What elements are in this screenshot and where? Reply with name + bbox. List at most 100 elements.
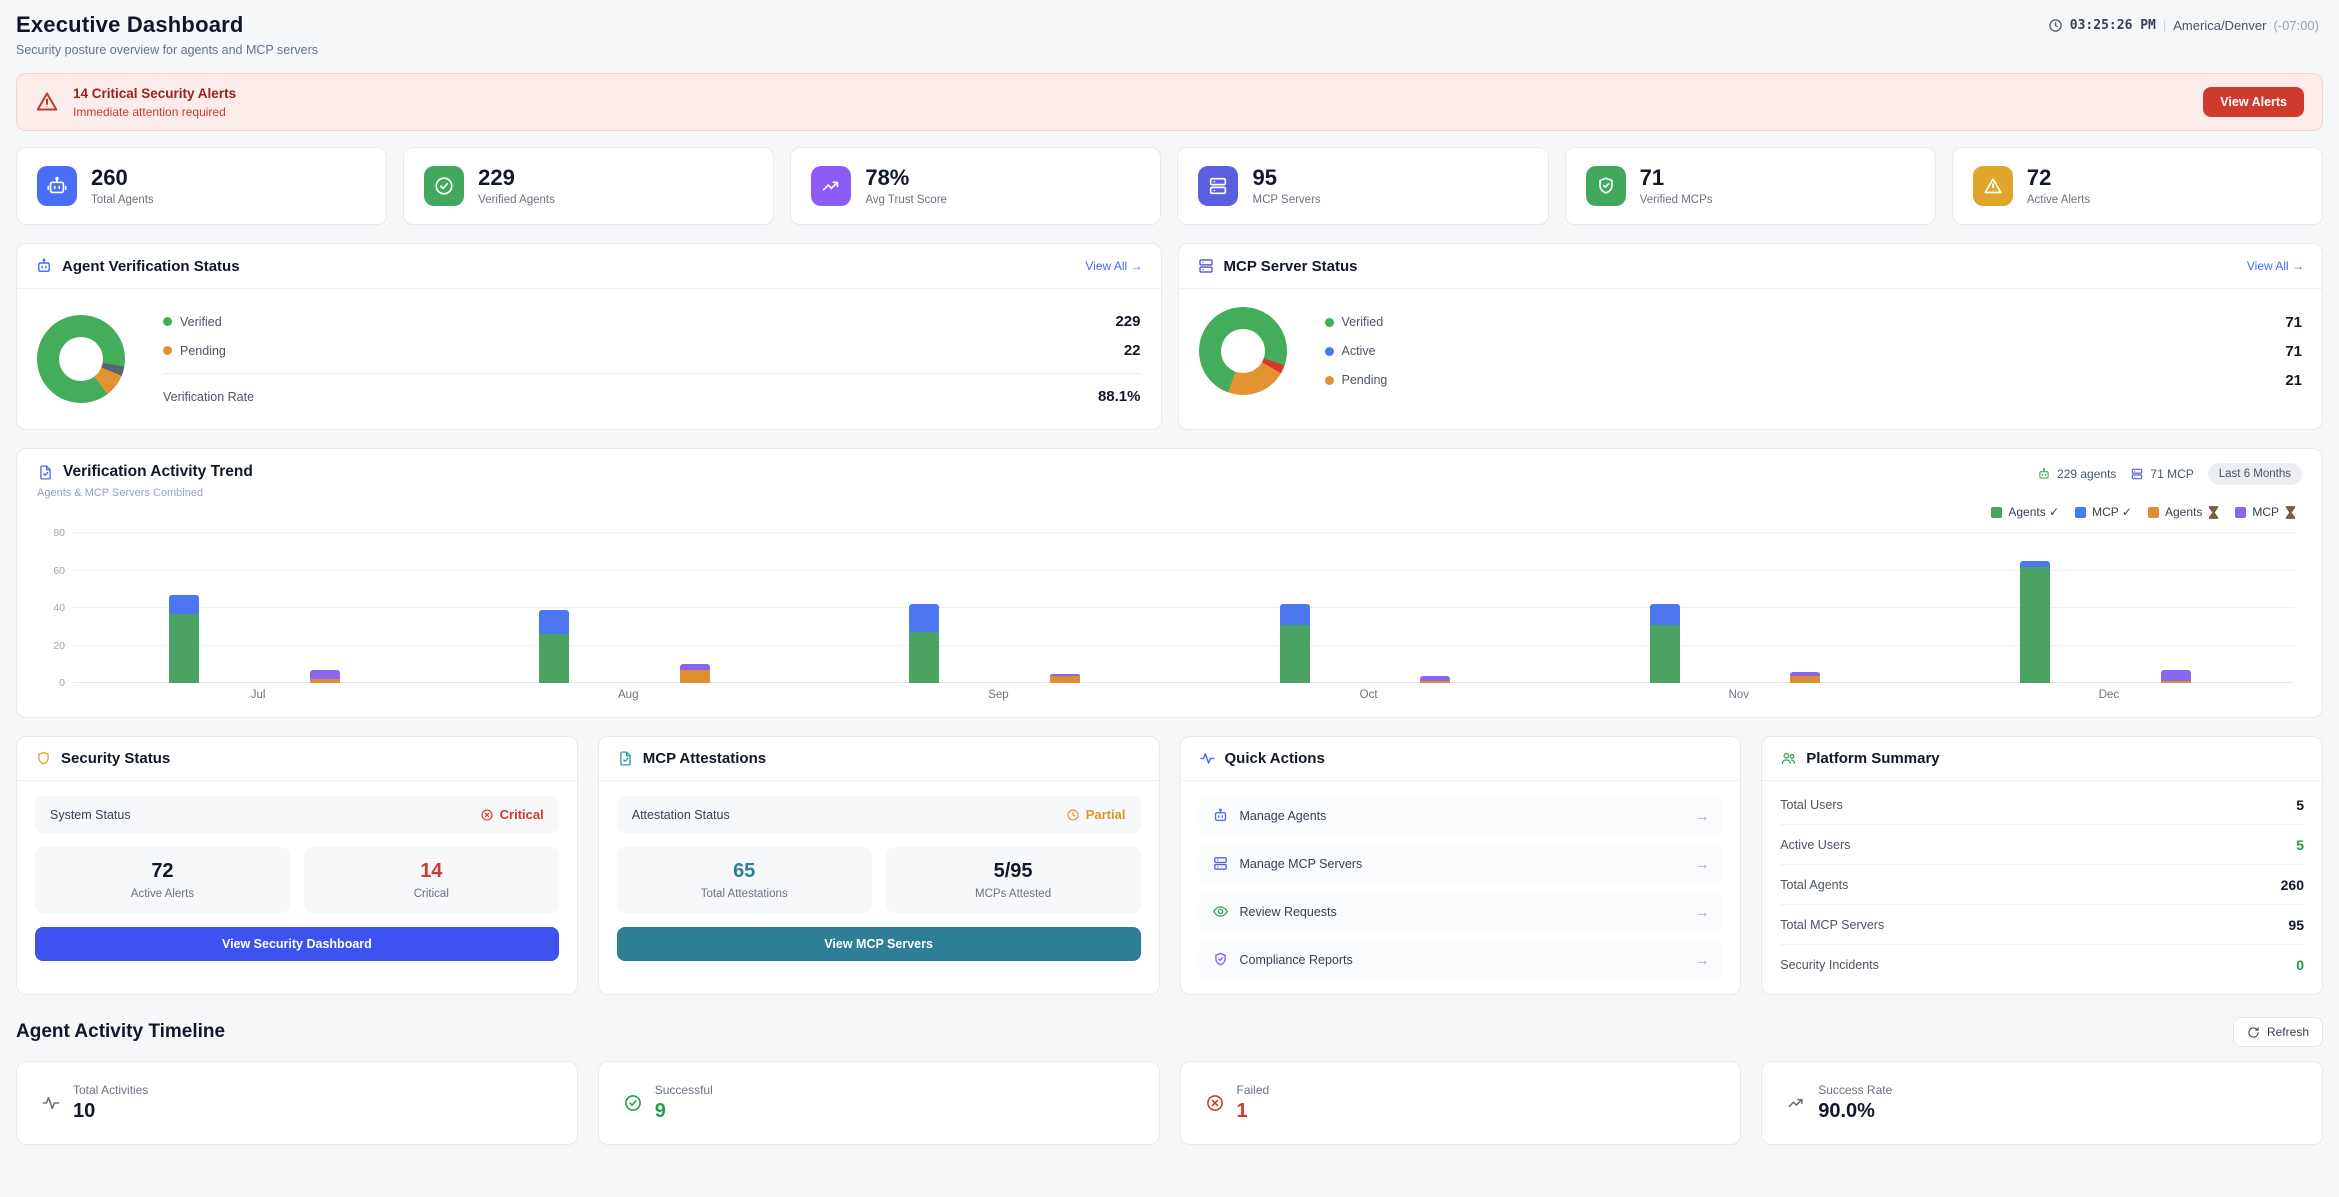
alert-banner-text: 14 Critical Security Alerts Immediate at… (73, 86, 236, 119)
month-group-jul: Jul (73, 533, 443, 683)
box-value: 72 (45, 860, 280, 883)
success-rate-card: Success Rate 90.0% (1761, 1061, 2323, 1145)
legend-text: MCP (2252, 505, 2279, 519)
y-axis-tick: 40 (33, 602, 65, 614)
section-title: Agent Activity Timeline (16, 1021, 225, 1043)
stat-label: Verified Agents (478, 194, 555, 206)
mcp-status-legend: Verified 71 Active 71 Pending 21 (1325, 308, 2303, 395)
view-all-mcps-link[interactable]: View All → (2247, 259, 2304, 273)
legend-label: Pending (1342, 373, 1388, 387)
platform-summary-panel: Platform Summary Total Users 5 Active Us… (1761, 736, 2323, 995)
view-alerts-button[interactable]: View Alerts (2203, 87, 2304, 117)
file-check-icon (617, 750, 634, 767)
attestation-status-row: Attestation Status Partial (617, 796, 1141, 833)
view-all-agents-link[interactable]: View All → (1085, 259, 1142, 273)
stat-label: MCP Servers (1252, 194, 1320, 206)
quick-actions-panel: Quick Actions Manage Agents → Manage MCP… (1180, 736, 1742, 995)
view-security-dashboard-button[interactable]: View Security Dashboard (35, 927, 559, 961)
agent-status-donut-chart (37, 315, 125, 403)
clock-widget: 03:25:26 PM | America/Denver (-07:00) (2048, 18, 2319, 33)
panel-title: Agent Verification Status (62, 258, 240, 275)
bar-segment (2020, 567, 2050, 683)
card-value: 1 (1237, 1100, 1270, 1123)
card-value: 90.0% (1818, 1100, 1892, 1123)
legend-row-verified: Verified 71 (1325, 308, 2303, 337)
y-axis-tick: 60 (33, 565, 65, 577)
quick-action-label: Compliance Reports (1240, 953, 1353, 967)
clock-utc-offset: (-07:00) (2273, 18, 2319, 33)
verified-dot-icon (163, 317, 172, 326)
arrow-right-icon: → (1695, 808, 1709, 824)
row-label: Security Incidents (1780, 958, 1879, 972)
server-icon (1197, 257, 1215, 275)
quick-action-compliance-reports[interactable]: Compliance Reports → (1199, 940, 1723, 979)
bar-segment (1280, 604, 1310, 625)
bar-segment (310, 679, 340, 683)
panel-title: Security Status (61, 750, 170, 767)
refresh-button[interactable]: Refresh (2233, 1017, 2323, 1047)
quick-action-manage-agents[interactable]: Manage Agents → (1199, 796, 1723, 835)
agent-activity-timeline-header: Agent Activity Timeline Refresh (16, 1017, 2323, 1047)
system-status-label: System Status (50, 808, 131, 822)
bar-stack (2161, 670, 2191, 683)
stat-value: 72 (2027, 166, 2090, 189)
warning-icon (1973, 166, 2013, 206)
view-mcp-servers-button[interactable]: View MCP Servers (617, 927, 1141, 961)
trending-up-icon (811, 166, 851, 206)
stat-card-total-agents: 260 Total Agents (16, 147, 387, 225)
legend-mcp-pending: MCP (2235, 505, 2296, 519)
page-header: Executive Dashboard Security posture ove… (16, 12, 2323, 57)
legend-label: Active (1342, 344, 1376, 358)
summary-row-total-agents: Total Agents 260 (1780, 865, 2304, 905)
card-value: 10 (73, 1100, 148, 1123)
check-circle-icon (424, 166, 464, 206)
users-icon (1780, 750, 1797, 767)
card-label: Success Rate (1818, 1083, 1892, 1097)
quick-action-manage-mcp-servers[interactable]: Manage MCP Servers → (1199, 844, 1723, 883)
bar-segment (539, 610, 569, 634)
legend-agents-pending: Agents (2148, 505, 2219, 519)
x-axis-label: Dec (1924, 689, 2294, 701)
bar-segment (909, 632, 939, 683)
legend-row-active: Active 71 (1325, 337, 2303, 366)
box-value: 14 (314, 860, 549, 883)
eye-icon (1212, 903, 1229, 920)
summary-row-total-mcp-servers: Total MCP Servers 95 (1780, 905, 2304, 945)
legend-text: MCP ✓ (2092, 505, 2132, 519)
bar-segment (1790, 676, 1820, 684)
row-value: 0 (2296, 957, 2304, 973)
divider (163, 373, 1141, 374)
quick-action-review-requests[interactable]: Review Requests → (1199, 892, 1723, 931)
check-circle-icon (623, 1093, 643, 1113)
x-axis-label: Aug (443, 689, 813, 701)
bar-segment (1280, 625, 1310, 683)
robot-icon (35, 257, 53, 275)
shield-check-icon (1586, 166, 1626, 206)
box-label: Critical (314, 888, 549, 900)
system-status-value: Critical (480, 807, 544, 822)
y-axis-tick: 0 (33, 677, 65, 689)
bar-segment (909, 604, 939, 632)
refresh-label: Refresh (2267, 1025, 2309, 1039)
arrow-right-icon: → (1695, 904, 1709, 920)
quick-action-label: Manage MCP Servers (1240, 857, 1363, 871)
box-label: MCPs Attested (896, 888, 1131, 900)
panel-title: MCP Server Status (1224, 258, 1358, 275)
summary-row-security-incidents: Security Incidents 0 (1780, 945, 2304, 984)
clock-icon (1066, 808, 1080, 822)
trend-subtitle: Agents & MCP Servers Combined (37, 487, 253, 499)
robot-icon (37, 166, 77, 206)
shield-icon (35, 750, 52, 767)
critical-alerts-box: 14 Critical (304, 847, 559, 913)
executive-dashboard-page: Executive Dashboard Security posture ove… (0, 0, 2339, 1157)
hourglass-icon (2285, 506, 2296, 519)
legend-value: 21 (2285, 372, 2302, 389)
robot-icon (1212, 807, 1229, 824)
summary-row-active-users: Active Users 5 (1780, 825, 2304, 865)
bottom-panels-row: Security Status System Status Critical 7… (16, 736, 2323, 995)
agents-count-badge: 229 agents (2037, 467, 2116, 481)
month-group-sep: Sep (813, 533, 1183, 683)
stat-card-verified-agents: 229 Verified Agents (403, 147, 774, 225)
verified-dot-icon (1325, 318, 1334, 327)
stat-value: 95 (1252, 166, 1320, 189)
